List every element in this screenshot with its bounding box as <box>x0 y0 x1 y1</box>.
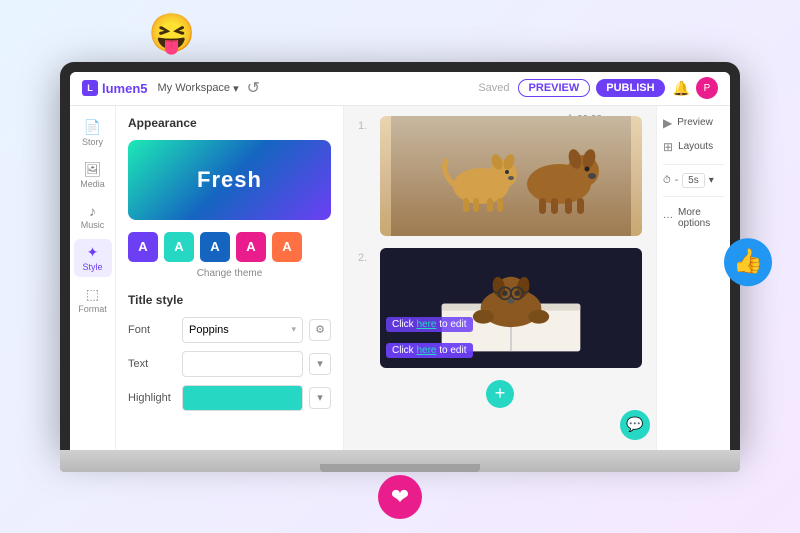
rs-timer-chevron: ▾ <box>709 175 714 186</box>
workspace-chevron: ▾ <box>233 82 239 95</box>
canvas[interactable]: ⏱ 00:08 1. <box>344 106 656 450</box>
music-icon: ♪ <box>89 203 96 219</box>
sidebar-item-story[interactable]: 📄 Story <box>74 114 112 152</box>
preview-button[interactable]: PREVIEW <box>518 79 591 97</box>
heart-badge: ❤ <box>378 475 422 519</box>
notification-icon[interactable]: 🔔 <box>673 80 690 97</box>
rs-preview-label: Preview <box>677 117 713 128</box>
ellipsis-icon: ··· <box>663 212 673 223</box>
laptop-base <box>60 450 740 472</box>
screen-bezel: L lumen5 My Workspace ▾ ↺ Saved PREVIEW … <box>60 62 740 450</box>
media-icon: 🖼 <box>84 161 102 178</box>
swatch-5[interactable]: A <box>272 232 302 262</box>
main-content: 📄 Story 🖼 Media ♪ Music <box>70 106 730 450</box>
scene: 😝 👍 ❤ L lumen5 My Workspace ▾ <box>0 0 800 533</box>
theme-card[interactable]: Fresh <box>128 140 331 220</box>
play-icon: ▶ <box>663 116 672 130</box>
font-label: Font <box>128 324 176 336</box>
slide-1-image[interactable] <box>380 116 642 236</box>
click-here-edit-top[interactable]: Click here to edit <box>386 317 473 332</box>
click-here-edit-bottom[interactable]: Click here to edit <box>386 343 473 358</box>
workspace-label: My Workspace <box>158 82 231 94</box>
left-panel: Appearance Fresh A A A A A <box>116 106 344 450</box>
dog-scene <box>380 116 642 236</box>
slide-1-number: 1. <box>358 120 372 132</box>
app: L lumen5 My Workspace ▾ ↺ Saved PREVIEW … <box>70 72 730 450</box>
rs-more-options-button[interactable]: ··· More options <box>663 205 724 231</box>
highlight-settings-button[interactable]: ▾ <box>309 387 331 409</box>
saved-label: Saved <box>478 82 509 94</box>
change-theme-button[interactable]: Change theme <box>128 268 331 279</box>
title-style-label: Title style <box>128 293 331 307</box>
slide-2-image[interactable]: Click here to edit Click here to edit <box>380 248 642 368</box>
publish-button[interactable]: PUBLISH <box>596 79 664 97</box>
text-row: Text ▾ <box>128 351 331 377</box>
swatch-1[interactable]: A <box>128 232 158 262</box>
rs-timer-value[interactable]: 5s <box>682 173 705 188</box>
font-select[interactable]: Poppins ▾ <box>182 317 303 343</box>
text-color-picker[interactable] <box>182 351 303 377</box>
laugh-emoji: 😝 <box>148 12 195 56</box>
logo-icon: L <box>82 80 98 96</box>
right-sidebar: ▶ Preview ⊞ Layouts ⏱ - 5s <box>656 106 730 450</box>
slide-2-number: 2. <box>358 252 372 264</box>
rs-timer: ⏱ - 5s ▾ <box>663 173 724 188</box>
highlight-label: Highlight <box>128 392 176 404</box>
rs-divider-2 <box>663 196 724 197</box>
highlight-color-picker[interactable] <box>182 385 303 411</box>
theme-card-label: Fresh <box>197 167 262 193</box>
screen: L lumen5 My Workspace ▾ ↺ Saved PREVIEW … <box>70 72 730 450</box>
avatar: P <box>696 77 718 99</box>
text-overlay: Click here to edit Click here to edit <box>386 314 636 358</box>
sidebar-item-media[interactable]: 🖼 Media <box>74 156 112 194</box>
layouts-icon: ⊞ <box>663 140 673 154</box>
appearance-title: Appearance <box>128 116 331 130</box>
workspace-button[interactable]: My Workspace ▾ <box>158 82 239 95</box>
media-label: Media <box>80 179 105 189</box>
style-label: Style <box>82 262 102 272</box>
sidebar-item-music[interactable]: ♪ Music <box>74 198 112 235</box>
clock-icon: ⏱ <box>663 175 671 186</box>
rs-divider <box>663 164 724 165</box>
swatch-3[interactable]: A <box>200 232 230 262</box>
rs-more-label: More options <box>678 207 724 229</box>
format-label: Format <box>78 304 107 314</box>
add-slide-button[interactable]: + <box>486 380 514 408</box>
music-label: Music <box>81 220 105 230</box>
story-icon: 📄 <box>84 119 101 136</box>
chat-fab-button[interactable]: 💬 <box>620 410 650 440</box>
rs-layouts-button[interactable]: ⊞ Layouts <box>663 138 724 156</box>
sidebar-icons: 📄 Story 🖼 Media ♪ Music <box>70 106 116 450</box>
rs-preview-button[interactable]: ▶ Preview <box>663 114 724 132</box>
swatch-4[interactable]: A <box>236 232 266 262</box>
sidebar-item-format[interactable]: ⬚ Format <box>74 281 112 319</box>
story-label: Story <box>82 137 103 147</box>
text-label: Text <box>128 358 176 370</box>
logo: L lumen5 <box>82 80 148 96</box>
thumbs-up-badge: 👍 <box>724 238 772 286</box>
sidebar-item-style[interactable]: ✦ Style <box>74 239 112 277</box>
logo-text: lumen5 <box>102 81 148 96</box>
slide-2: 2. <box>358 248 642 368</box>
swatch-2[interactable]: A <box>164 232 194 262</box>
format-icon: ⬚ <box>86 286 99 303</box>
text-settings-button[interactable]: ▾ <box>309 353 331 375</box>
rs-dash: - <box>675 175 678 186</box>
slide-1: 1. <box>358 116 642 236</box>
laptop: L lumen5 My Workspace ▾ ↺ Saved PREVIEW … <box>60 62 740 472</box>
title-style-section: Title style Font Poppins ▾ ⚙ <box>128 293 331 411</box>
font-settings-button[interactable]: ⚙ <box>309 319 331 341</box>
highlight-row: Highlight ▾ <box>128 385 331 411</box>
font-row: Font Poppins ▾ ⚙ <box>128 317 331 343</box>
swatches: A A A A A <box>128 232 331 262</box>
topbar: L lumen5 My Workspace ▾ ↺ Saved PREVIEW … <box>70 72 730 106</box>
font-chevron: ▾ <box>291 324 296 335</box>
font-value: Poppins <box>189 324 229 336</box>
rs-layouts-label: Layouts <box>678 141 713 152</box>
undo-button[interactable]: ↺ <box>247 78 260 98</box>
style-icon: ✦ <box>87 244 99 261</box>
